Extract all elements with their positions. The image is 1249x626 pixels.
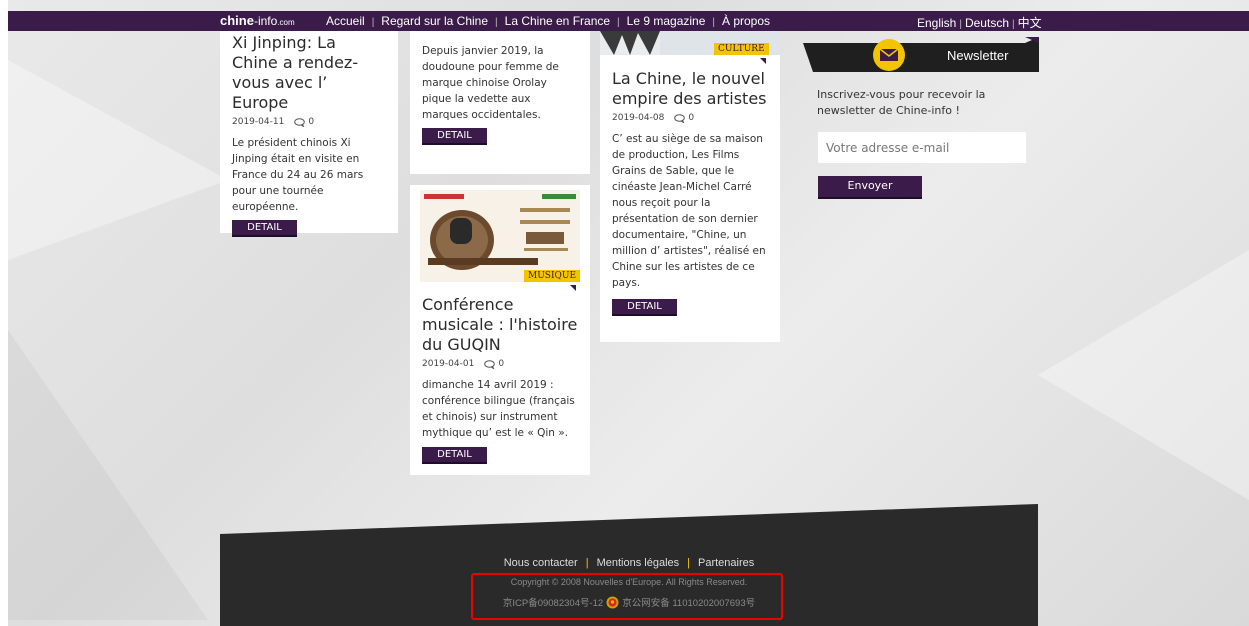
nav-item-magazine[interactable]: Le 9 magazine (627, 14, 706, 28)
background-facet (8, 60, 228, 260)
guqin-concert-illustration (420, 190, 580, 282)
background-facet (8, 330, 208, 620)
comment-count: 0 (484, 359, 504, 369)
tag-corner (760, 58, 766, 64)
comment-count: 0 (674, 113, 694, 123)
comment-count-value: 0 (308, 117, 315, 127)
footer-separator: | (687, 557, 690, 569)
article-title[interactable]: Xi Jinping: La Chine a rendez-vous avec … (232, 33, 386, 113)
comment-count-value: 0 (498, 359, 505, 369)
comment-count: 0 (294, 117, 314, 127)
newsletter-title: Newsletter (947, 48, 1009, 63)
main-nav: Accueil | Regard sur la Chine | La Chine en … (326, 14, 770, 28)
nav-item-a-propos[interactable]: À propos (722, 14, 770, 28)
lang-chinese[interactable]: 中文 (1018, 16, 1042, 30)
newsletter-submit-button[interactable]: Envoyer (818, 176, 922, 199)
background-facet (1038, 250, 1249, 500)
article-excerpt: dimanche 14 avril 2019 : conférence bili… (422, 379, 575, 439)
article-card: CULTURE La Chine, le nouvel empire des a… (600, 31, 780, 342)
lang-english[interactable]: English (917, 16, 956, 30)
footer-link-mentions[interactable]: Mentions légales (597, 557, 680, 569)
comment-icon (674, 113, 686, 123)
article-card: MUSIQUE Conférence musicale : l'histoire… (410, 185, 590, 475)
lang-separator: | (1012, 19, 1015, 30)
footer-link-partenaires[interactable]: Partenaires (698, 557, 754, 569)
article-excerpt: C’ est au siège de sa maison de producti… (612, 133, 766, 289)
nav-separator: | (617, 17, 620, 28)
detail-button[interactable]: DETAIL (612, 299, 677, 316)
article-date: 2019-04-08 (612, 113, 665, 123)
article-image[interactable] (420, 190, 580, 282)
logo-text: chine (220, 13, 254, 28)
highlight-box (471, 573, 783, 620)
nav-item-chine-en-france[interactable]: La Chine en France (505, 14, 610, 28)
comment-icon (294, 117, 306, 127)
logo-text-suffix: -info (253, 14, 278, 28)
nav-separator: | (712, 17, 715, 28)
article-card: Depuis janvier 2019, la doudoune pour fe… (410, 31, 590, 174)
article-meta: 2019-04-08 0 (612, 113, 774, 123)
footer-separator: | (585, 557, 589, 569)
article-body: Conférence musicale : l'histoire du GUQI… (422, 295, 584, 464)
article-title[interactable]: La Chine, le nouvel empire des artistes (612, 69, 774, 109)
detail-button[interactable]: DETAIL (422, 447, 487, 464)
nav-separator: | (495, 17, 498, 28)
page-background: chine-info.com Accueil | Regard sur la Chi… (8, 0, 1249, 626)
nav-separator: | (371, 17, 375, 28)
comment-icon (484, 359, 496, 369)
footer-link-contact[interactable]: Nous contacter (504, 557, 578, 569)
newsletter-description: Inscrivez-vous pour recevoir la newslett… (817, 88, 986, 117)
article-meta: 2019-04-01 0 (422, 359, 584, 369)
footer-links: Nous contacter | Mentions légales | Partenai… (220, 557, 1038, 569)
category-tag-culture[interactable]: CULTURE (714, 43, 769, 55)
detail-button[interactable]: DETAIL (422, 128, 487, 145)
lang-separator: | (959, 19, 962, 30)
article-meta: 2019-04-11 0 (232, 117, 386, 127)
logo-domain: .com (277, 18, 295, 27)
category-tag-musique[interactable]: MUSIQUE (524, 270, 581, 282)
lang-deutsch[interactable]: Deutsch (965, 16, 1009, 30)
top-navigation-bar: chine-info.com Accueil | Regard sur la Chi… (8, 11, 1249, 31)
newsletter-email-input[interactable] (818, 132, 1026, 163)
nav-item-accueil[interactable]: Accueil (326, 14, 365, 28)
article-date: 2019-04-11 (232, 117, 285, 127)
nav-item-regard[interactable]: Regard sur la Chine (381, 14, 488, 28)
language-switcher: English | Deutsch | 中文 (917, 14, 1042, 31)
article-body: La Chine, le nouvel empire des artistes … (612, 69, 774, 316)
detail-button[interactable]: DETAIL (232, 220, 297, 237)
article-excerpt: Depuis janvier 2019, la doudoune pour fe… (422, 45, 559, 121)
comment-count-value: 0 (688, 113, 695, 123)
article-date: 2019-04-01 (422, 359, 475, 369)
article-card: Xi Jinping: La Chine a rendez-vous avec … (220, 31, 398, 237)
site-logo[interactable]: chine-info.com (220, 13, 295, 28)
article-excerpt: Le président chinois Xi Jinping était en… (232, 137, 364, 213)
article-title[interactable]: Conférence musicale : l'histoire du GUQI… (422, 295, 584, 355)
tag-corner (570, 285, 576, 291)
